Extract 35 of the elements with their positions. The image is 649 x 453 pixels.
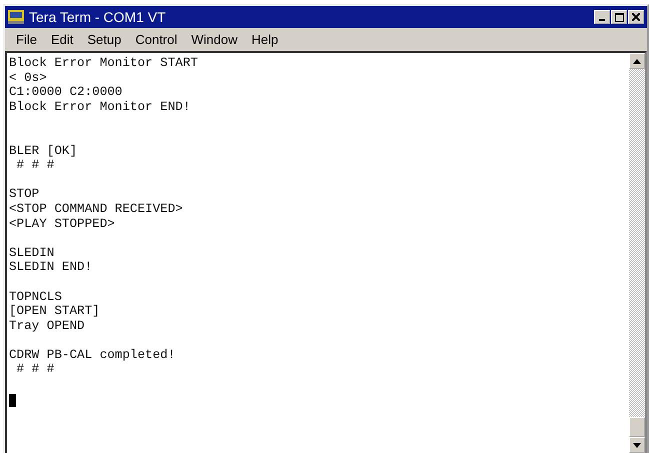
terminal-line: SLEDIN END!: [9, 260, 94, 275]
minimize-button[interactable]: [594, 10, 610, 24]
close-icon: [632, 13, 640, 21]
maximize-button[interactable]: [611, 10, 627, 24]
scrollbar-thumb[interactable]: [629, 417, 645, 437]
menu-item[interactable]: File: [11, 32, 42, 46]
menu-item[interactable]: Control: [130, 32, 182, 46]
terminal-app-icon: [8, 10, 24, 24]
menu-item[interactable]: Window: [186, 32, 243, 46]
vertical-scrollbar[interactable]: [629, 53, 645, 453]
terminal-line: TOPNCLS: [9, 290, 63, 304]
up-arrow-icon: [633, 58, 641, 64]
terminal-line: [OPEN START]: [9, 304, 101, 319]
terminal-line: SLEDIN: [9, 246, 56, 260]
scroll-up-button[interactable]: [629, 53, 645, 69]
terminal-line: BLER [OK]: [9, 144, 78, 158]
terminal-line: CDRW PB-CAL completed!: [9, 348, 176, 362]
terminal-line: <PLAY STOPPED>: [9, 216, 116, 232]
terminal-line: Block Error Monitor END!: [9, 100, 192, 114]
scroll-down-button[interactable]: [629, 437, 645, 453]
terminal-line: STOP: [9, 187, 40, 202]
close-button[interactable]: [628, 10, 644, 24]
terminal-line: # # #: [16, 362, 56, 378]
window-title: Tera Term - COM1 VT: [29, 9, 166, 25]
menu-item[interactable]: Edit: [46, 32, 78, 46]
terminal-line: Block Error Monitor START: [9, 56, 199, 71]
down-arrow-icon: [633, 442, 641, 448]
terminal-line: <STOP COMMAND RECEIVED>: [9, 202, 184, 217]
terminal-line: C1:0000 C2:0000: [9, 85, 124, 100]
terminal-line: # # #: [16, 158, 56, 173]
terminal-line: < 0s>: [9, 70, 48, 86]
menu-item[interactable]: Setup: [82, 32, 126, 46]
maximize-icon: [614, 12, 624, 22]
menu-item[interactable]: Help: [246, 32, 284, 46]
terminal-line: Tray OPEND: [9, 318, 86, 334]
